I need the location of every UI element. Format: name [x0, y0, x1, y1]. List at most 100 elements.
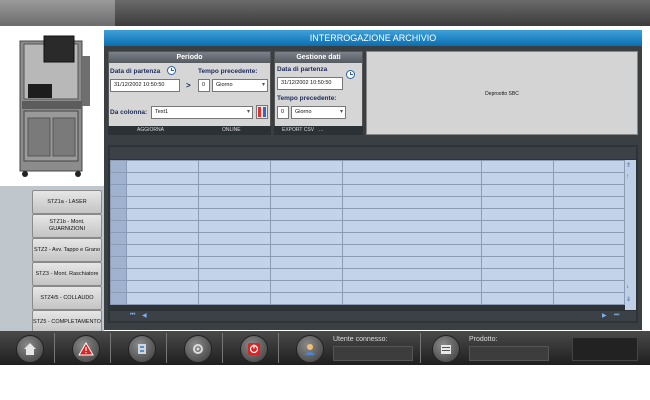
table-row[interactable]: [110, 196, 625, 209]
table-cell[interactable]: [341, 280, 483, 293]
table-row[interactable]: [110, 172, 625, 185]
scroll-bottom-icon[interactable]: ⇓: [626, 296, 631, 303]
table-cell[interactable]: [341, 232, 483, 245]
aggiorna-button[interactable]: AGGIORNA: [137, 126, 164, 134]
table-cell[interactable]: [269, 184, 343, 197]
periodo-unit-select[interactable]: Giorno: [212, 79, 268, 92]
table-cell[interactable]: [553, 268, 625, 281]
table-cell[interactable]: [481, 256, 555, 269]
row-header-cell[interactable]: [110, 208, 127, 221]
table-cell[interactable]: [197, 232, 271, 245]
more-button[interactable]: ...: [319, 126, 323, 134]
scroll-down-icon[interactable]: ↓: [626, 284, 629, 290]
table-row[interactable]: [110, 220, 625, 233]
alarm-button[interactable]: [72, 335, 100, 363]
table-cell[interactable]: [553, 280, 625, 293]
power-button[interactable]: [240, 335, 268, 363]
table-cell[interactable]: [481, 244, 555, 257]
table-row[interactable]: [110, 160, 625, 173]
table-cell[interactable]: [341, 268, 483, 281]
table-cell[interactable]: [125, 172, 199, 185]
table-cell[interactable]: [125, 160, 199, 173]
table-cell[interactable]: [341, 196, 483, 209]
table-cell[interactable]: [481, 220, 555, 233]
grid-vertical-scrollbar[interactable]: ⇑ ↑ ↓ ⇓: [625, 160, 636, 310]
table-cell[interactable]: [481, 160, 555, 173]
table-cell[interactable]: [125, 280, 199, 293]
row-header-cell[interactable]: [110, 232, 127, 245]
table-cell[interactable]: [341, 244, 483, 257]
table-cell[interactable]: [269, 256, 343, 269]
table-cell[interactable]: [125, 196, 199, 209]
table-row[interactable]: [110, 256, 625, 269]
export-csv-button[interactable]: EXPORT CSV: [282, 126, 314, 134]
table-row[interactable]: [110, 268, 625, 281]
scroll-top-icon[interactable]: ⇑: [626, 162, 631, 169]
station-button-stz3[interactable]: STZ3 - Mont. Raschiatore: [32, 262, 102, 286]
table-cell[interactable]: [197, 208, 271, 221]
table-cell[interactable]: [125, 220, 199, 233]
table-cell[interactable]: [197, 196, 271, 209]
station-button-stz2[interactable]: STZ2 - Avv. Tappo e Grano: [32, 238, 102, 262]
row-header-cell[interactable]: [110, 184, 127, 197]
table-cell[interactable]: [269, 196, 343, 209]
table-cell[interactable]: [553, 232, 625, 245]
table-cell[interactable]: [197, 292, 271, 305]
table-cell[interactable]: [197, 244, 271, 257]
table-cell[interactable]: [125, 244, 199, 257]
row-header-cell[interactable]: [110, 172, 127, 185]
table-row[interactable]: [110, 208, 625, 221]
table-row[interactable]: [110, 232, 625, 245]
table-cell[interactable]: [197, 172, 271, 185]
row-header-cell[interactable]: [110, 268, 127, 281]
station-button-stz45[interactable]: STZ4/5 - COLLAUDO: [32, 286, 102, 310]
tools-button[interactable]: [184, 335, 212, 363]
gestione-calendar-icon[interactable]: [346, 70, 355, 79]
table-cell[interactable]: [553, 196, 625, 209]
column-picker-icon[interactable]: [256, 105, 268, 119]
table-cell[interactable]: [553, 220, 625, 233]
table-cell[interactable]: [341, 172, 483, 185]
periodo-calendar-icon[interactable]: [167, 66, 176, 75]
table-cell[interactable]: [197, 220, 271, 233]
table-cell[interactable]: [125, 232, 199, 245]
row-header-cell[interactable]: [110, 220, 127, 233]
table-cell[interactable]: [481, 172, 555, 185]
table-cell[interactable]: [269, 160, 343, 173]
table-row[interactable]: [110, 280, 625, 293]
table-cell[interactable]: [553, 208, 625, 221]
report-button[interactable]: [432, 335, 460, 363]
table-cell[interactable]: [269, 208, 343, 221]
table-cell[interactable]: [125, 292, 199, 305]
next-page-icon[interactable]: ▶: [602, 312, 607, 319]
periodo-column-select[interactable]: Text1: [151, 106, 253, 119]
periodo-prev-value[interactable]: 0: [198, 79, 210, 92]
settings-button[interactable]: [128, 335, 156, 363]
table-cell[interactable]: [553, 172, 625, 185]
row-header-cell[interactable]: [110, 244, 127, 257]
row-header-cell[interactable]: [110, 280, 127, 293]
table-cell[interactable]: [269, 220, 343, 233]
station-button-stz1b[interactable]: STZ1b - Mont. GUARNIZIONI: [32, 214, 102, 238]
table-row[interactable]: [110, 244, 625, 257]
table-cell[interactable]: [553, 244, 625, 257]
table-cell[interactable]: [481, 184, 555, 197]
table-cell[interactable]: [269, 244, 343, 257]
table-cell[interactable]: [481, 268, 555, 281]
table-cell[interactable]: [341, 208, 483, 221]
table-cell[interactable]: [553, 184, 625, 197]
row-header-cell[interactable]: [110, 160, 127, 173]
table-cell[interactable]: [125, 184, 199, 197]
user-button[interactable]: [296, 335, 324, 363]
row-header-cell[interactable]: [110, 292, 127, 305]
table-cell[interactable]: [125, 208, 199, 221]
home-button[interactable]: [16, 335, 44, 363]
table-cell[interactable]: [269, 280, 343, 293]
table-cell[interactable]: [197, 256, 271, 269]
table-cell[interactable]: [125, 268, 199, 281]
table-cell[interactable]: [481, 292, 555, 305]
table-cell[interactable]: [553, 256, 625, 269]
table-cell[interactable]: [481, 232, 555, 245]
table-cell[interactable]: [269, 232, 343, 245]
table-row[interactable]: [110, 184, 625, 197]
